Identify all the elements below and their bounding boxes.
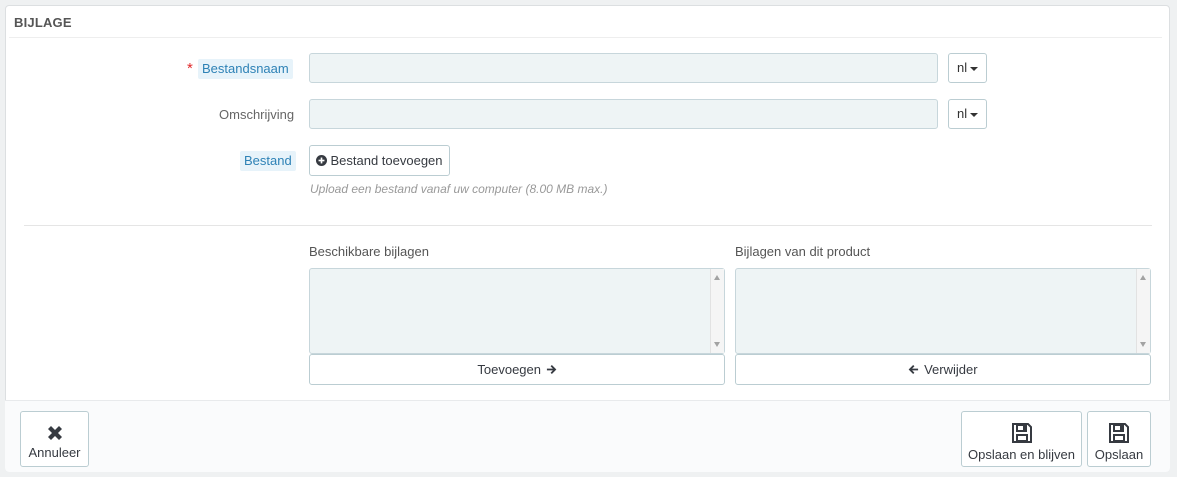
product-attachments-list[interactable] xyxy=(735,268,1151,354)
add-attachment-label: Toevoegen xyxy=(477,362,541,377)
filename-input[interactable] xyxy=(309,53,938,83)
arrow-right-icon xyxy=(546,365,556,374)
close-icon xyxy=(47,426,62,440)
cancel-button[interactable]: Annuleer xyxy=(20,411,89,467)
description-language-dropdown[interactable]: nl xyxy=(948,99,987,129)
product-attachments-label: Bijlagen van dit product xyxy=(735,244,871,259)
scroll-up-icon[interactable] xyxy=(1140,275,1146,280)
add-file-button[interactable]: Bestand toevoegen xyxy=(309,145,450,176)
file-label[interactable]: Bestand xyxy=(240,151,296,171)
available-attachments-list[interactable] xyxy=(309,268,725,354)
save-label: Opslaan xyxy=(1094,447,1144,462)
cancel-label: Annuleer xyxy=(28,445,81,460)
plus-circle-icon xyxy=(316,155,328,166)
save-and-stay-label: Opslaan en blijven xyxy=(968,447,1075,462)
filename-language-dropdown[interactable]: nl xyxy=(948,53,987,83)
caret-down-icon xyxy=(970,66,979,71)
available-attachments-label: Beschikbare bijlagen xyxy=(309,244,429,259)
product-list-scrollbar[interactable] xyxy=(1136,269,1150,353)
filename-language-label: nl xyxy=(957,60,968,75)
arrow-left-icon xyxy=(909,365,919,374)
section-divider xyxy=(24,225,1152,226)
remove-attachment-button[interactable]: Verwijder xyxy=(735,354,1151,385)
add-attachment-button[interactable]: Toevoegen xyxy=(309,354,725,385)
save-and-stay-button[interactable]: Opslaan en blijven xyxy=(961,411,1082,467)
scroll-down-icon[interactable] xyxy=(1140,342,1146,347)
description-input[interactable] xyxy=(309,99,938,129)
description-label: Omschrijving xyxy=(219,107,295,122)
panel-title: BIJLAGE xyxy=(14,15,72,30)
floppy-disk-icon xyxy=(1109,423,1129,443)
file-upload-hint: Upload een bestand vanaf uw computer (8.… xyxy=(310,182,608,196)
required-mark: * xyxy=(187,60,193,77)
filename-label[interactable]: Bestandsnaam xyxy=(198,59,293,79)
save-button[interactable]: Opslaan xyxy=(1087,411,1151,467)
add-file-button-label: Bestand toevoegen xyxy=(330,153,443,168)
floppy-disk-icon xyxy=(1011,423,1032,443)
remove-attachment-label: Verwijder xyxy=(924,362,978,377)
scroll-up-icon[interactable] xyxy=(714,275,720,280)
panel-heading: BIJLAGE xyxy=(9,9,1162,38)
available-list-scrollbar[interactable] xyxy=(710,269,724,353)
description-language-label: nl xyxy=(957,106,968,121)
caret-down-icon xyxy=(970,112,979,117)
scroll-down-icon[interactable] xyxy=(714,342,720,347)
